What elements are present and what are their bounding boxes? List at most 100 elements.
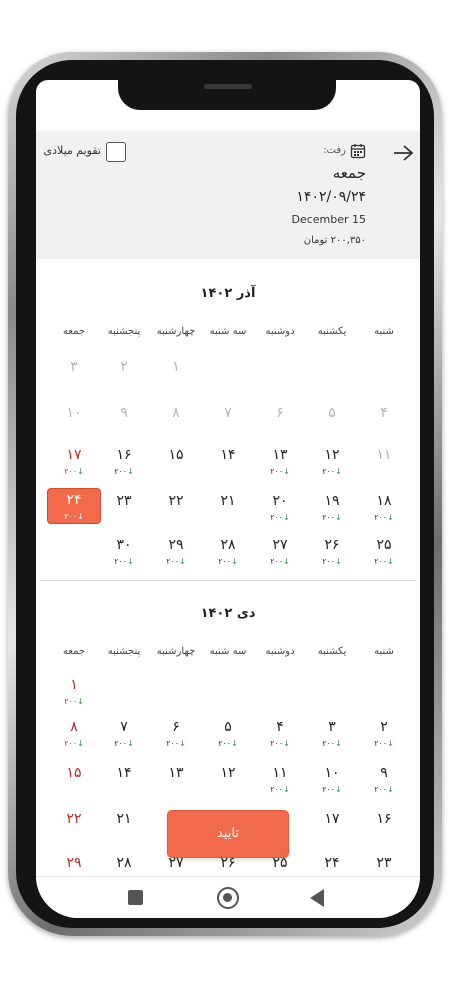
calendar-day[interactable]: ۲۵ ۲۰۰↓ <box>358 534 410 574</box>
calendar-day[interactable]: ۳۰ ۲۰۰↓ <box>98 534 150 574</box>
calendar-day[interactable]: ۱۷ <box>306 808 358 848</box>
circle-home-icon[interactable] <box>217 887 239 909</box>
calendar-day[interactable]: ۲۲ <box>150 490 202 530</box>
calendar-day[interactable]: ۸ ۲۰۰↓ <box>48 716 100 756</box>
calendar-day[interactable]: ۲۸ ۲۰۰↓ <box>202 534 254 574</box>
day-price: ۲۰۰↓ <box>306 556 358 568</box>
calendar-day[interactable]: ۲ ۲۰۰↓ <box>358 716 410 756</box>
triangle-back-icon[interactable] <box>310 889 324 907</box>
day-number: ۲۱ <box>116 811 132 827</box>
weekday-header: جمعه <box>62 326 86 337</box>
arrow-down-icon: ↓ <box>283 467 290 476</box>
square-icon[interactable] <box>128 890 143 905</box>
arrow-down-icon: ↓ <box>179 739 186 748</box>
arrow-right-icon[interactable] <box>392 143 416 163</box>
calendar-day[interactable]: ۷ ۲۰۰↓ <box>98 716 150 756</box>
day-price-value: ۲۰۰ <box>322 739 336 748</box>
day-price: ۲۰۰↓ <box>358 556 410 568</box>
calendar-day[interactable]: ۱۶ <box>358 808 410 848</box>
calendar-day[interactable]: ۲۶ ۲۰۰↓ <box>306 534 358 574</box>
calendar-day: ۷ <box>202 402 254 442</box>
day-price: ۲۰۰↓ <box>254 556 306 568</box>
day-number: ۲۵ <box>376 537 392 553</box>
day-number: ۵ <box>224 719 232 735</box>
day-number: ۲۳ <box>116 493 132 509</box>
day-price-value: ۲۰۰ <box>322 557 336 566</box>
day-number: ۱ <box>172 359 180 375</box>
day-price-value: ۲۰۰ <box>270 513 284 522</box>
day-number: ۱۴ <box>116 765 132 781</box>
calendar-day[interactable]: ۲۹ ۲۰۰↓ <box>150 534 202 574</box>
day-price: ۲۰۰↓ <box>98 738 150 750</box>
speaker-grille <box>204 84 252 89</box>
day-price-value: ۲۰۰ <box>374 785 388 794</box>
day-number: ۳ <box>70 359 78 375</box>
calendar-day[interactable]: ۱۲ <box>202 762 254 802</box>
calendar-day[interactable]: ۱۴ <box>202 444 254 484</box>
calendar-day[interactable]: ۴ ۲۰۰↓ <box>254 716 306 756</box>
day-number: ۳۰ <box>116 537 132 553</box>
day-price: ۲۰۰↓ <box>254 512 306 524</box>
calendar-day[interactable]: ۲۷ ۲۰۰↓ <box>254 534 306 574</box>
calendar-day[interactable]: ۱۴ <box>98 762 150 802</box>
arrow-down-icon: ↓ <box>335 739 342 748</box>
day-price-value: ۲۰۰ <box>270 467 284 476</box>
arrow-down-icon: ↓ <box>127 467 134 476</box>
arrow-down-icon: ↓ <box>335 785 342 794</box>
calendar-day[interactable]: ۱۸ ۲۰۰↓ <box>358 490 410 530</box>
screen: تقویم میلادی رفت: جمعه ۱۴۰۲/۰۹/۲۴ Decemb… <box>36 80 420 918</box>
calendar-day[interactable]: ۱۷ ۲۰۰↓ <box>48 444 100 484</box>
calendar-day[interactable]: ۱۳ ۲۰۰↓ <box>254 444 306 484</box>
arrow-down-icon: ↓ <box>387 785 394 794</box>
calendar-day[interactable]: ۳ ۲۰۰↓ <box>306 716 358 756</box>
date-summary-header: تقویم میلادی رفت: جمعه ۱۴۰۲/۰۹/۲۴ Decemb… <box>36 131 420 259</box>
weekday-header: دوشنبه <box>265 646 295 657</box>
day-number: ۱۰ <box>324 765 340 781</box>
calendar-day[interactable]: ۹ ۲۰۰↓ <box>358 762 410 802</box>
day-price: ۲۰۰↓ <box>202 738 254 750</box>
calendar-day[interactable]: ۱۹ ۲۰۰↓ <box>306 490 358 530</box>
month-title: آذر ۱۴۰۲ <box>200 286 256 301</box>
day-number: ۲۶ <box>324 537 340 553</box>
calendar-day: ۸ <box>150 402 202 442</box>
month-title: دی ۱۴۰۲ <box>200 606 256 621</box>
arrow-down-icon: ↓ <box>127 739 134 748</box>
arrow-down-icon: ↓ <box>387 557 394 566</box>
calendar-day[interactable]: ۵ ۲۰۰↓ <box>202 716 254 756</box>
calendar-day[interactable]: ۲۱ <box>98 808 150 848</box>
calendar-day[interactable]: ۱۲ ۲۰۰↓ <box>306 444 358 484</box>
calendar-day[interactable]: ۲۱ <box>202 490 254 530</box>
day-number: ۲ <box>380 719 388 735</box>
gregorian-calendar-checkbox[interactable] <box>106 142 126 162</box>
day-number: ۱۷ <box>324 811 340 827</box>
selected-date-gregorian: December 15 <box>291 213 366 226</box>
calendar-day[interactable]: ۱۱ ۲۰۰↓ <box>254 762 306 802</box>
confirm-button[interactable]: تایید <box>167 810 289 858</box>
calendar-day[interactable]: ۱۵ <box>150 444 202 484</box>
weekday-header: یکشنبه <box>317 326 347 337</box>
calendar-day[interactable]: ۱۶ ۲۰۰↓ <box>98 444 150 484</box>
calendar-day[interactable]: ۲۳ <box>98 490 150 530</box>
calendar-day[interactable]: ۲۴ ۲۰۰↓ <box>47 488 101 524</box>
day-price: ۲۰۰↓ <box>306 738 358 750</box>
calendar-day[interactable]: ۱۳ <box>150 762 202 802</box>
gregorian-calendar-label: تقویم میلادی <box>43 144 101 157</box>
day-number: ۱ <box>70 677 78 693</box>
weekday-header: شنبه <box>374 646 394 657</box>
calendar-day[interactable]: ۱ ۲۰۰↓ <box>48 674 100 714</box>
day-number: ۲۴ <box>66 492 82 508</box>
selected-date-persian: ۱۴۰۲/۰۹/۲۴ <box>296 189 366 205</box>
calendar-day[interactable]: ۶ ۲۰۰↓ <box>150 716 202 756</box>
weekday-header: چهارشنبه <box>156 646 196 657</box>
day-number: ۲۴ <box>324 855 340 871</box>
calendar-day[interactable]: ۱۵ <box>48 762 100 802</box>
calendar-day[interactable]: ۲۰ ۲۰۰↓ <box>254 490 306 530</box>
day-price-value: ۲۰۰ <box>374 739 388 748</box>
calendar-day[interactable]: ۱۰ ۲۰۰↓ <box>306 762 358 802</box>
calendar-day[interactable]: ۲۲ <box>48 808 100 848</box>
arrow-down-icon: ↓ <box>231 557 238 566</box>
day-number: ۱۳ <box>168 765 184 781</box>
day-number: ۲ <box>120 359 128 375</box>
day-number: ۱۵ <box>168 447 184 463</box>
weekday-header: دوشنبه <box>265 326 295 337</box>
